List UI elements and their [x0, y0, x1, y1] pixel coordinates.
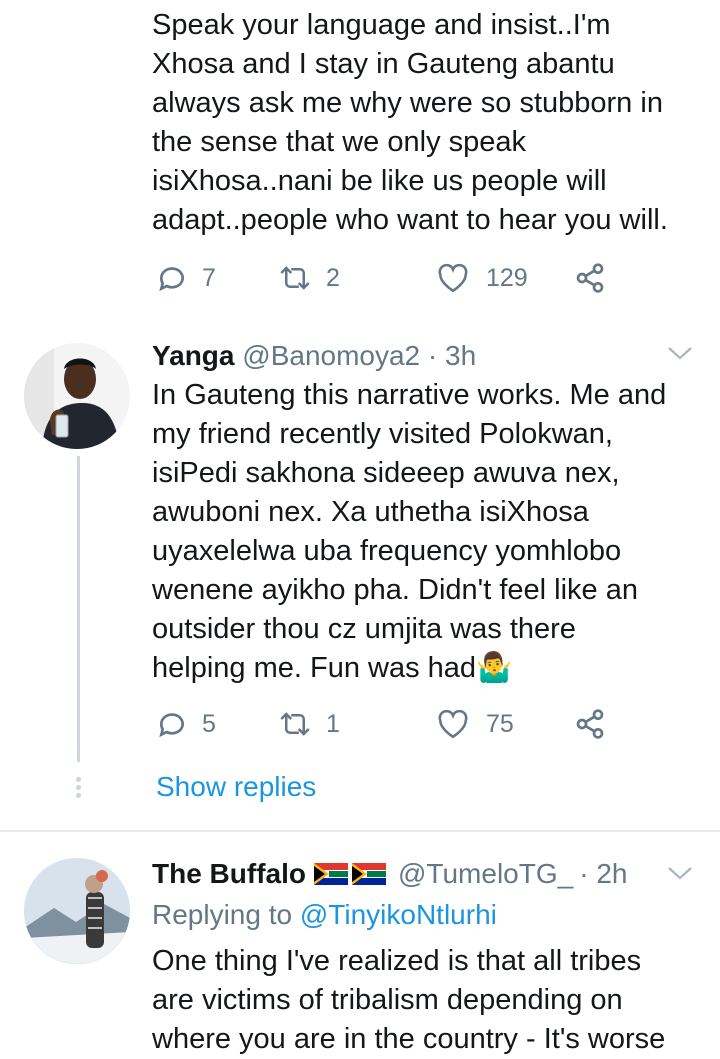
user-handle[interactable]: @TumeloTG_: [398, 856, 573, 892]
avatar[interactable]: [24, 858, 130, 964]
reply-count: 7: [202, 263, 216, 292]
thread-line: [77, 456, 80, 762]
show-replies-link[interactable]: Show replies: [156, 768, 316, 806]
user-handle[interactable]: @Banomoya2: [242, 340, 420, 371]
retweet-button[interactable]: 2: [276, 263, 436, 293]
like-count: 75: [486, 709, 514, 738]
retweet-button[interactable]: 1: [276, 709, 436, 739]
tweet-2-header: Yanga @Banomoya2 · 3h: [152, 338, 476, 374]
reply-button[interactable]: 5: [156, 708, 276, 740]
chevron-down-icon[interactable]: [666, 864, 694, 882]
divider: [0, 830, 720, 832]
south-africa-flag-icon: [352, 863, 386, 885]
thread-dot: [76, 777, 81, 782]
like-button[interactable]: 75: [436, 708, 574, 740]
shrug-emoji: 🤷‍♂️: [476, 652, 513, 684]
retweet-icon: [280, 712, 310, 736]
share-icon: [576, 263, 604, 293]
heart-icon: [438, 709, 468, 739]
heart-icon: [438, 263, 468, 293]
retweet-icon: [280, 266, 310, 290]
tweet-1-actions: 7 2 129: [156, 256, 606, 300]
tweet-3-header: The Buffalo @TumeloTG_ · 2h: [152, 856, 627, 892]
user-name[interactable]: Yanga: [152, 340, 234, 371]
tweet-3-text: One thing I've realized is that all trib…: [152, 945, 666, 1055]
like-button[interactable]: 129: [436, 262, 574, 294]
tweet-2-text: In Gauteng this narrative works. Me and …: [152, 376, 712, 688]
tweet-2-actions: 5 1 75: [156, 702, 606, 746]
tweet-1-text: Speak your language and insist..I'm Xhos…: [152, 9, 668, 236]
share-icon: [576, 709, 604, 739]
reply-count: 5: [202, 709, 216, 738]
replying-to-label: Replying to: [152, 899, 300, 930]
reply-button[interactable]: 7: [156, 262, 276, 294]
south-africa-flag-icon: [314, 863, 348, 885]
like-count: 129: [486, 263, 528, 292]
chevron-down-icon[interactable]: [666, 344, 694, 362]
share-button[interactable]: [574, 262, 606, 294]
replying-to-handle[interactable]: @TinyikoNtlurhi: [300, 899, 497, 930]
reply-icon: [159, 713, 184, 738]
thread-dot: [76, 785, 81, 790]
share-button[interactable]: [574, 708, 606, 740]
retweet-count: 1: [326, 709, 340, 738]
tweet-2-body: In Gauteng this narrative works. Me and …: [152, 379, 667, 684]
retweet-count: 2: [326, 263, 340, 292]
timestamp[interactable]: · 3h: [428, 340, 476, 371]
replying-to: Replying to @TinyikoNtlurhi: [152, 896, 497, 934]
thread-dot: [76, 793, 81, 798]
timestamp[interactable]: · 2h: [579, 856, 627, 892]
reply-icon: [159, 267, 184, 292]
avatar[interactable]: [24, 343, 130, 449]
user-name[interactable]: The Buffalo: [152, 856, 306, 892]
